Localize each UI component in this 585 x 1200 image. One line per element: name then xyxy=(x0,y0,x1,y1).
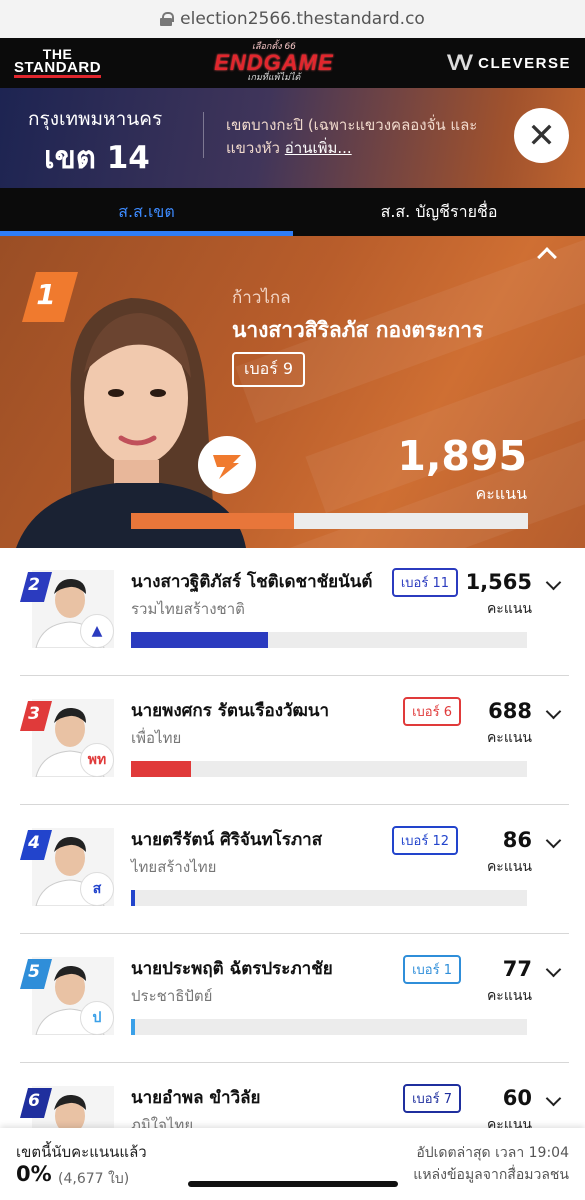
area-header: กรุงเทพมหานคร เขต 14 เขตบางกะปิ (เฉพาะแข… xyxy=(0,88,585,188)
candidate-row[interactable]: ป 5 นายประพฤติ ฉัตรประภาชัย ประชาธิปัตย์… xyxy=(0,935,585,1063)
data-source: แหล่งข้อมูลจากสื่อมวลชน xyxy=(413,1167,569,1183)
candidate-votes-unit: คะแนน xyxy=(486,601,532,617)
winner-name: นางสาวสิริลภัส กองตระการ xyxy=(232,318,484,342)
the-standard-logo[interactable]: THE STANDARD xyxy=(14,47,102,78)
candidate-vote-bar xyxy=(131,632,527,648)
chevron-down-icon[interactable] xyxy=(545,574,562,591)
candidate-votes-unit: คะแนน xyxy=(486,730,532,746)
tab-constituency-mp[interactable]: ส.ส.เขต xyxy=(0,188,293,236)
lock-icon xyxy=(160,12,175,26)
candidate-vote-bar xyxy=(131,761,527,777)
cleverse-mark-icon: VV xyxy=(446,50,473,75)
row-divider xyxy=(20,675,569,676)
home-indicator[interactable] xyxy=(188,1181,398,1187)
url-text: election2566.thestandard.co xyxy=(180,9,425,29)
move-forward-party-logo xyxy=(198,436,256,494)
read-more-link[interactable]: อ่านเพิ่ม... xyxy=(285,139,352,157)
party-logo-icon: ▲ xyxy=(80,614,114,648)
candidate-vote-bar-fill xyxy=(131,1019,135,1035)
candidate-votes-unit: คะแนน xyxy=(486,859,532,875)
candidate-name: นายประพฤติ ฉัตรประภาชัย xyxy=(131,959,333,979)
candidate-party: ไทยสร้างไทย xyxy=(131,858,217,876)
candidate-vote-bar xyxy=(131,1019,527,1035)
close-icon: ✕ xyxy=(527,115,556,156)
candidate-party: รวมไทยสร้างชาติ xyxy=(131,600,245,618)
rank-badge: 1 xyxy=(22,272,78,322)
chevron-down-icon[interactable] xyxy=(545,1090,562,1107)
candidate-name: นายพงศกร รัตนเรืองวัฒนา xyxy=(131,701,330,721)
candidate-number-badge: เบอร์ 11 xyxy=(391,568,458,597)
party-logo-icon: ส xyxy=(80,872,114,906)
status-footer: เขตนี้นับคะแนนแล้ว 0% (4,677 ใบ) อัปเดตล… xyxy=(0,1128,585,1200)
candidate-vote-bar-fill xyxy=(131,890,135,906)
province-label: กรุงเทพมหานคร xyxy=(28,108,163,130)
candidate-row[interactable]: ▲ 2 นางสาวฐิติภัสร์ โชติเดชาชัยนันต์ รวม… xyxy=(0,548,585,676)
candidate-votes-unit: คะแนน xyxy=(486,988,532,1004)
candidate-vote-bar-fill xyxy=(131,761,192,777)
count-label: เขตนี้นับคะแนนแล้ว xyxy=(16,1143,147,1161)
candidate-row[interactable]: ส 4 นายตรีรัตน์ ศิริจันทโรภาส ไทยสร้างไท… xyxy=(0,806,585,934)
endgame-logo[interactable]: เลือกตั้ง 66 ENDGAME เกมที่แพ้ไม่ได้ xyxy=(214,43,333,83)
winner-card[interactable]: 1 ก้าวไกล นางสาวสิริลภัส กองตระการ เบอร์… xyxy=(0,236,585,548)
chevron-down-icon[interactable] xyxy=(545,961,562,978)
row-divider xyxy=(20,1062,569,1063)
winner-party: ก้าวไกล xyxy=(232,288,291,308)
candidate-row[interactable]: พท 3 นายพงศกร รัตนเรืองวัฒนา เพื่อไทย เบ… xyxy=(0,677,585,805)
address-bar[interactable]: election2566.thestandard.co xyxy=(0,0,585,38)
party-logo-icon: พท xyxy=(80,743,114,777)
row-divider xyxy=(20,933,569,934)
winner-vote-bar-fill xyxy=(131,513,294,529)
party-logo-icon: ป xyxy=(80,1001,114,1035)
brand-bar: THE STANDARD เลือกตั้ง 66 ENDGAME เกมที่… xyxy=(0,38,585,88)
result-tabs: ส.ส.เขต ส.ส. บัญชีรายชื่อ xyxy=(0,188,585,236)
candidate-number-badge: เบอร์ 12 xyxy=(391,826,458,855)
divider xyxy=(203,112,204,158)
cleverse-logo[interactable]: VV CLEVERSE xyxy=(447,50,571,76)
candidate-votes: 86 xyxy=(502,828,532,852)
row-divider xyxy=(20,804,569,805)
candidate-name: นายตรีรัตน์ ศิริจันทโรภาส xyxy=(131,830,323,850)
winner-number-badge: เบอร์ 9 xyxy=(232,352,306,387)
rank-badge: 6 xyxy=(20,1088,52,1118)
winner-votes-unit: คะแนน xyxy=(475,484,527,503)
tab-party-list-mp[interactable]: ส.ส. บัญชีรายชื่อ xyxy=(293,188,585,236)
rank-badge: 2 xyxy=(20,572,52,602)
candidate-votes: 1,565 xyxy=(465,570,532,594)
candidate-party: เพื่อไทย xyxy=(131,729,182,747)
district-title: เขต 14 xyxy=(44,140,150,176)
candidate-name: นางสาวฐิติภัสร์ โชติเดชาชัยนันต์ xyxy=(131,572,373,592)
candidate-votes: 60 xyxy=(502,1086,532,1110)
last-updated: อัปเดตล่าสุด เวลา 19:04 xyxy=(416,1145,569,1161)
close-button[interactable]: ✕ xyxy=(514,108,569,163)
count-percent: 0% xyxy=(16,1162,52,1186)
candidate-votes: 688 xyxy=(488,699,532,723)
rank-badge: 4 xyxy=(20,830,52,860)
candidate-votes: 77 xyxy=(502,957,532,981)
candidate-vote-bar-fill xyxy=(131,632,268,648)
candidate-vote-bar xyxy=(131,890,527,906)
candidate-name: นายอำพล ขำวิลัย xyxy=(131,1088,261,1108)
area-description: เขตบางกะปิ (เฉพาะแขวงคลองจั่น และแขวงหัว… xyxy=(226,116,478,157)
winner-votes: 1,895 xyxy=(397,432,527,480)
ballot-count: (4,677 ใบ) xyxy=(58,1171,130,1187)
winner-vote-bar xyxy=(131,513,528,529)
candidate-party: ประชาธิปัตย์ xyxy=(131,987,213,1005)
rank-badge: 3 xyxy=(20,701,52,731)
chevron-down-icon[interactable] xyxy=(545,832,562,849)
chevron-down-icon[interactable] xyxy=(545,703,562,720)
rank-badge: 5 xyxy=(20,959,52,989)
